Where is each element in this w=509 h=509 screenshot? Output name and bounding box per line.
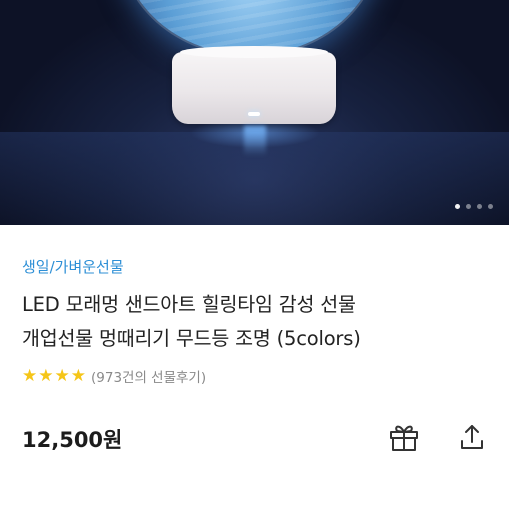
carousel-dot[interactable] xyxy=(477,204,482,209)
product-title-line-1: LED 모래멍 샌드아트 힐링타임 감성 선물 xyxy=(22,293,356,316)
product-price: 12,500원 xyxy=(22,428,123,452)
led-indicator xyxy=(248,112,260,116)
review-count[interactable]: (973건의 선물후기) xyxy=(91,366,206,386)
product-actions xyxy=(385,418,491,456)
product-title: LED 모래멍 샌드아트 힐링타임 감성 선물 개업선물 멍때리기 무드등 조명… xyxy=(22,288,492,356)
carousel-dot[interactable] xyxy=(455,204,460,209)
light-reflection xyxy=(244,126,266,156)
carousel-dot[interactable] xyxy=(466,204,471,209)
product-rating[interactable]: ★ ★ ★ ★ (973건의 선물후기) xyxy=(22,366,206,386)
rating-stars: ★ ★ ★ ★ xyxy=(22,365,86,386)
lamp-base xyxy=(172,46,336,124)
product-title-line-2: 개업선물 멍때리기 무드등 조명 (5colors) xyxy=(22,327,361,350)
product-image-carousel[interactable] xyxy=(0,0,509,225)
star-icon: ★ xyxy=(22,365,38,386)
carousel-indicator xyxy=(455,204,493,209)
lamp-base-top xyxy=(180,46,328,58)
gift-icon xyxy=(390,425,418,451)
star-icon: ★ xyxy=(54,365,70,386)
star-icon: ★ xyxy=(70,365,86,386)
gift-button[interactable] xyxy=(385,418,423,456)
share-icon xyxy=(461,425,483,449)
star-icon: ★ xyxy=(38,365,54,386)
share-button[interactable] xyxy=(453,418,491,456)
product-category-link[interactable]: 생일/가벼운선물 xyxy=(22,256,124,277)
carousel-dot[interactable] xyxy=(488,204,493,209)
